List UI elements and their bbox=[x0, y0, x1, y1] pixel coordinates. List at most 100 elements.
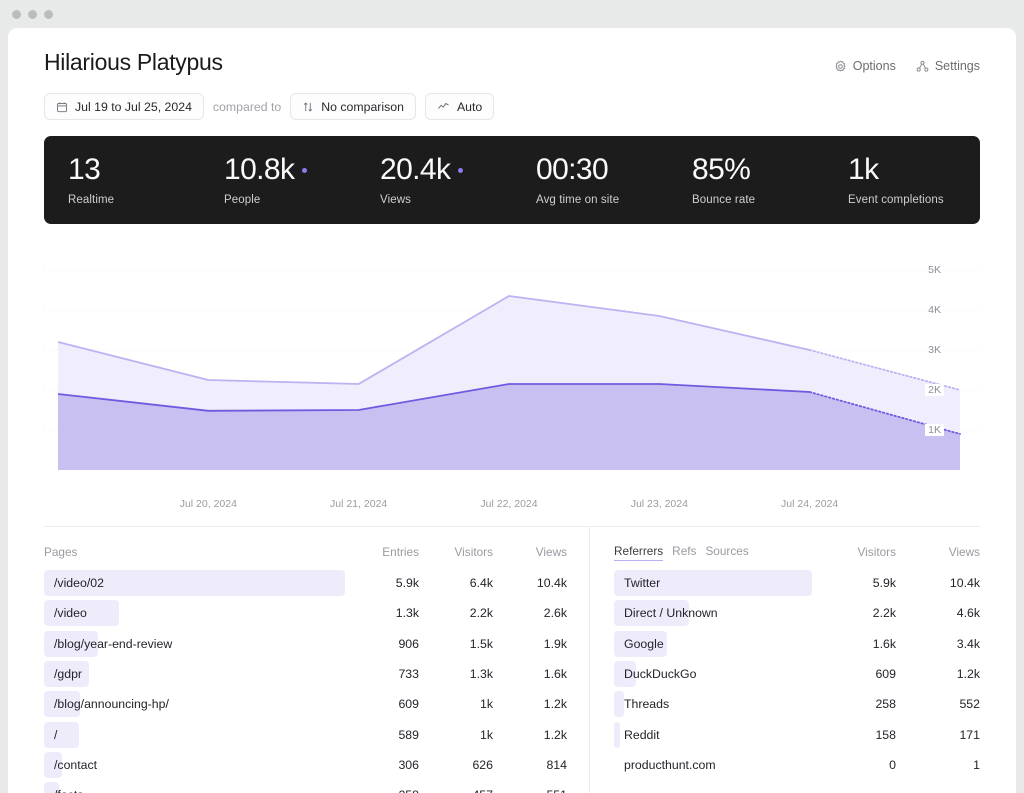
row-value-views: 1.9k bbox=[493, 637, 567, 651]
referrers-col-views: Views bbox=[896, 545, 980, 559]
chart-x-tick: Jul 23, 2024 bbox=[631, 498, 688, 510]
stat-label: Event completions bbox=[848, 194, 980, 206]
row-value-visitors: 1k bbox=[419, 697, 493, 711]
referrers-tab-referrers[interactable]: Referrers bbox=[614, 544, 663, 561]
stat-label: Avg time on site bbox=[536, 194, 668, 206]
date-range-button[interactable]: Jul 19 to Jul 25, 2024 bbox=[44, 93, 204, 120]
table-row[interactable]: Twitter5.9k10.4k bbox=[614, 568, 980, 598]
window-dot-maximize[interactable] bbox=[44, 10, 53, 19]
stat-value: 20.4k bbox=[380, 154, 512, 186]
chart-y-tick: 2K bbox=[925, 384, 944, 396]
gear-icon bbox=[834, 60, 847, 73]
nodes-icon bbox=[916, 60, 929, 73]
table-row[interactable]: /gdpr7331.3k1.6k bbox=[44, 659, 567, 689]
page-title: Hilarious Platypus bbox=[44, 49, 223, 76]
pages-col-views: Views bbox=[493, 545, 567, 559]
stat-views[interactable]: 20.4k Views bbox=[356, 154, 512, 207]
stat-value: 00:30 bbox=[536, 154, 668, 186]
stat-number: 20.4k bbox=[380, 154, 450, 186]
referrers-tab-refs[interactable]: Refs bbox=[672, 544, 696, 558]
row-value-entries: 5.9k bbox=[345, 576, 419, 590]
row-value-visitors: 0 bbox=[812, 758, 896, 772]
interval-button[interactable]: Auto bbox=[425, 93, 494, 120]
pages-panel: Pages Entries Visitors Views /video/025.… bbox=[44, 527, 589, 793]
date-range-label: Jul 19 to Jul 25, 2024 bbox=[75, 100, 192, 114]
chart-y-tick: 5K bbox=[925, 264, 944, 276]
table-row[interactable]: Threads258552 bbox=[614, 689, 980, 719]
row-label: producthunt.com bbox=[614, 758, 716, 772]
row-value-views: 1.2k bbox=[493, 697, 567, 711]
window-dot-close[interactable] bbox=[12, 10, 21, 19]
stat-value: 10.8k bbox=[224, 154, 356, 186]
table-row[interactable]: /5891k1.2k bbox=[44, 719, 567, 749]
stat-event-completions[interactable]: 1k Event completions bbox=[824, 154, 980, 207]
table-row[interactable]: /video1.3k2.2k2.6k bbox=[44, 598, 567, 628]
row-label: /blog/announcing-hp/ bbox=[44, 697, 169, 711]
chart-y-tick: 1K bbox=[925, 424, 944, 436]
row-value-visitors: 626 bbox=[419, 758, 493, 772]
row-value-entries: 306 bbox=[345, 758, 419, 772]
row-value-views: 4.6k bbox=[896, 606, 980, 620]
chart-y-tick: 3K bbox=[925, 344, 944, 356]
row-name-cell: /contact bbox=[44, 752, 345, 778]
row-label: /video bbox=[44, 606, 87, 620]
row-value-visitors: 609 bbox=[812, 667, 896, 681]
row-name-cell: /blog/year-end-review bbox=[44, 631, 345, 657]
stat-number: 00:30 bbox=[536, 154, 608, 186]
compared-to-label: compared to bbox=[213, 100, 281, 114]
comparison-button[interactable]: No comparison bbox=[290, 93, 416, 120]
row-value-visitors: 1.6k bbox=[812, 637, 896, 651]
row-name-cell: Threads bbox=[614, 691, 812, 717]
stat-bounce-rate[interactable]: 85% Bounce rate bbox=[668, 154, 824, 207]
row-name-cell: / bbox=[44, 722, 345, 748]
stat-number: 1k bbox=[848, 154, 879, 186]
stat-avg-time-on-site[interactable]: 00:30 Avg time on site bbox=[512, 154, 668, 207]
stat-number: 13 bbox=[68, 154, 100, 186]
traffic-area-chart[interactable]: 1K2K3K4K5K Jul 20, 2024Jul 21, 2024Jul 2… bbox=[44, 238, 980, 518]
row-label: Google bbox=[614, 637, 664, 651]
data-panels: Pages Entries Visitors Views /video/025.… bbox=[44, 526, 980, 793]
table-row[interactable]: /contact306626814 bbox=[44, 750, 567, 780]
row-value-entries: 733 bbox=[345, 667, 419, 681]
table-row[interactable]: /video/025.9k6.4k10.4k bbox=[44, 568, 567, 598]
table-row[interactable]: Google1.6k3.4k bbox=[614, 629, 980, 659]
table-row[interactable]: /blog/year-end-review9061.5k1.9k bbox=[44, 629, 567, 659]
row-value-views: 10.4k bbox=[896, 576, 980, 590]
row-value-visitors: 6.4k bbox=[419, 576, 493, 590]
row-name-cell: Google bbox=[614, 631, 812, 657]
row-name-cell: /video/02 bbox=[44, 570, 345, 596]
stat-people[interactable]: 10.8k People bbox=[200, 154, 356, 207]
options-button[interactable]: Options bbox=[834, 59, 896, 73]
row-value-visitors: 457 bbox=[419, 788, 493, 793]
pages-col-visitors: Visitors bbox=[419, 545, 493, 559]
window-dot-minimize[interactable] bbox=[28, 10, 37, 19]
table-row[interactable]: /blog/announcing-hp/6091k1.2k bbox=[44, 689, 567, 719]
row-value-views: 1.2k bbox=[896, 667, 980, 681]
row-value-views: 10.4k bbox=[493, 576, 567, 590]
table-row[interactable]: Direct / Unknown2.2k4.6k bbox=[614, 598, 980, 628]
chart-x-axis: Jul 20, 2024Jul 21, 2024Jul 22, 2024Jul … bbox=[44, 494, 980, 518]
row-name-cell: /facts bbox=[44, 782, 345, 793]
stat-value: 13 bbox=[68, 154, 200, 186]
row-name-cell: DuckDuckGo bbox=[614, 661, 812, 687]
stat-number: 85% bbox=[692, 154, 750, 186]
series-indicator-dot bbox=[458, 168, 463, 173]
stat-realtime[interactable]: 13 Realtime bbox=[44, 154, 200, 207]
table-row[interactable]: DuckDuckGo6091.2k bbox=[614, 659, 980, 689]
row-label: / bbox=[44, 728, 57, 742]
table-row[interactable]: /facts258457551 bbox=[44, 780, 567, 793]
stat-label: People bbox=[224, 194, 356, 206]
row-label: /contact bbox=[44, 758, 97, 772]
stat-number: 10.8k bbox=[224, 154, 294, 186]
pages-rows: /video/025.9k6.4k10.4k/video1.3k2.2k2.6k… bbox=[44, 568, 567, 793]
settings-button[interactable]: Settings bbox=[916, 59, 980, 73]
table-row[interactable]: producthunt.com01 bbox=[614, 750, 980, 780]
pages-title-group: Pages bbox=[44, 545, 345, 559]
referrers-tab-sources[interactable]: Sources bbox=[705, 544, 748, 558]
row-name-cell: /video bbox=[44, 600, 345, 626]
row-value-views: 171 bbox=[896, 728, 980, 742]
table-row[interactable]: Reddit158171 bbox=[614, 719, 980, 749]
row-value-visitors: 1k bbox=[419, 728, 493, 742]
row-label: Direct / Unknown bbox=[614, 606, 718, 620]
page-card: Hilarious Platypus Options bbox=[8, 28, 1016, 793]
